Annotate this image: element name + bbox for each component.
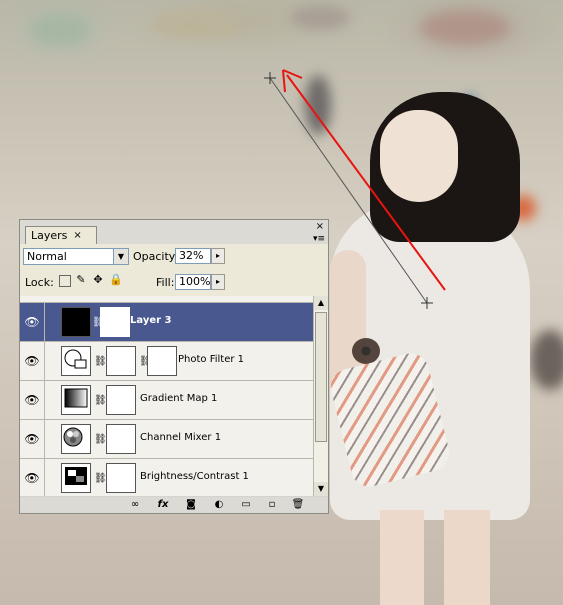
mask-icon[interactable]: ◙	[183, 499, 199, 510]
layer-name: Gradient Map 1	[140, 393, 218, 404]
link-chain-icon[interactable]: ⛓	[94, 356, 107, 367]
opacity-slider-arrow-icon[interactable]: ▸	[211, 248, 225, 264]
adjustment-thumbnail-brightness-contrast-icon[interactable]	[61, 463, 91, 493]
adjustment-thumbnail-photo-filter-icon[interactable]	[61, 346, 91, 376]
layer-row-channel-mixer[interactable]: 👁 ⛓ Channel Mixer 1	[20, 420, 313, 459]
woman-legs	[380, 510, 490, 605]
layer-mask-thumbnail[interactable]	[106, 385, 136, 415]
group-row-partial[interactable]	[20, 296, 313, 303]
tab-label: Layers	[31, 229, 68, 242]
new-layer-icon[interactable]: ▫	[264, 499, 280, 510]
fx-icon[interactable]: fx	[155, 499, 171, 510]
panel-footer: ∞ fx ◙ ◐ ▭ ▫ 🗑	[20, 497, 328, 513]
layer-mask-thumbnail[interactable]	[147, 346, 177, 376]
link-chain-icon[interactable]: ⛓	[94, 395, 107, 406]
opacity-input[interactable]: 32%	[175, 248, 211, 264]
visibility-eye-icon[interactable]: 👁	[20, 420, 45, 458]
layer-mask-thumbnail[interactable]	[106, 424, 136, 454]
link-chain-icon[interactable]: ⛓	[94, 434, 107, 445]
blurred-crowd	[150, 10, 240, 40]
scroll-thumb[interactable]	[315, 312, 327, 442]
bracelet	[352, 338, 380, 364]
trash-icon[interactable]: 🗑	[290, 499, 306, 510]
layer-name: Channel Mixer 1	[140, 432, 222, 443]
opacity-label: Opacity:	[133, 250, 179, 263]
panel-tabbar: Layers × × ▾≡	[20, 220, 328, 244]
layer-mask-thumbnail[interactable]	[100, 307, 130, 337]
layers-list: 👁 ⛓ Layer 3 👁 ⛓ ⛓ Photo Filter 1 👁 ⛓ Gra	[20, 296, 313, 496]
scroll-up-icon[interactable]: ▲	[314, 296, 328, 310]
layer-thumbnail[interactable]	[61, 307, 91, 337]
layer-mask-thumbnail[interactable]	[106, 346, 136, 376]
tab-close-icon[interactable]: ×	[73, 230, 81, 241]
blurred-crowd	[420, 10, 510, 45]
link-chain-icon[interactable]: ⛓	[94, 473, 107, 484]
layer-mask-thumbnail[interactable]	[106, 463, 136, 493]
blurred-crowd	[30, 15, 90, 45]
visibility-eye-icon[interactable]: 👁	[20, 459, 45, 496]
adjustment-icon[interactable]: ◐	[211, 499, 227, 510]
visibility-eye-icon[interactable]: 👁	[20, 342, 45, 380]
layers-scrollbar[interactable]: ▲ ▼	[313, 296, 328, 496]
layer-options: Normal ▼ Opacity: 32% ▸ Lock: ✎ ✥ 🔒 Fill…	[20, 244, 328, 296]
visibility-eye-icon[interactable]: 👁	[20, 381, 45, 419]
layer-name: Photo Filter 1	[178, 354, 245, 365]
fill-slider-arrow-icon[interactable]: ▸	[211, 274, 225, 290]
visibility-eye-icon[interactable]: 👁	[20, 303, 45, 341]
layers-panel: Layers × × ▾≡ Normal ▼ Opacity: 32% ▸ Lo…	[19, 219, 329, 514]
folder-icon[interactable]: ▭	[238, 499, 254, 510]
blend-mode-select[interactable]: Normal ▼	[23, 248, 129, 265]
lock-all-icon[interactable]: 🔒	[109, 274, 123, 286]
lock-pixels-icon[interactable]: ✎	[75, 274, 87, 286]
layer-row-layer-3[interactable]: 👁 ⛓ Layer 3	[20, 303, 313, 342]
fill-label: Fill:	[156, 276, 175, 289]
layer-name: Brightness/Contrast 1	[140, 471, 249, 482]
blurred-person	[530, 330, 563, 390]
chevron-down-icon[interactable]: ▼	[113, 249, 128, 264]
adjustment-thumbnail-channel-mixer-icon[interactable]	[61, 424, 91, 454]
tab-layers[interactable]: Layers ×	[25, 226, 97, 244]
adjustment-thumbnail-gradient-map-icon[interactable]	[61, 385, 91, 415]
blend-mode-value: Normal	[27, 250, 67, 263]
layer-name: Layer 3	[130, 315, 172, 326]
close-icon[interactable]: ×	[316, 221, 324, 232]
scroll-down-icon[interactable]: ▼	[314, 482, 328, 496]
blurred-person	[305, 75, 331, 135]
lock-position-icon[interactable]: ✥	[92, 274, 104, 286]
blurred-crowd	[290, 5, 350, 30]
layer-row-photo-filter[interactable]: 👁 ⛓ ⛓ Photo Filter 1	[20, 342, 313, 381]
link-icon[interactable]: ∞	[127, 499, 143, 510]
lock-transparency-icon[interactable]	[59, 275, 71, 287]
fill-input[interactable]: 100%	[175, 274, 211, 290]
woman-face	[380, 110, 458, 202]
panel-menu-icon[interactable]: ▾≡	[313, 234, 325, 244]
layer-row-brightness-contrast[interactable]: 👁 ⛓ Brightness/Contrast 1	[20, 459, 313, 496]
layer-row-gradient-map[interactable]: 👁 ⛓ Gradient Map 1	[20, 381, 313, 420]
lock-label: Lock:	[25, 276, 54, 289]
